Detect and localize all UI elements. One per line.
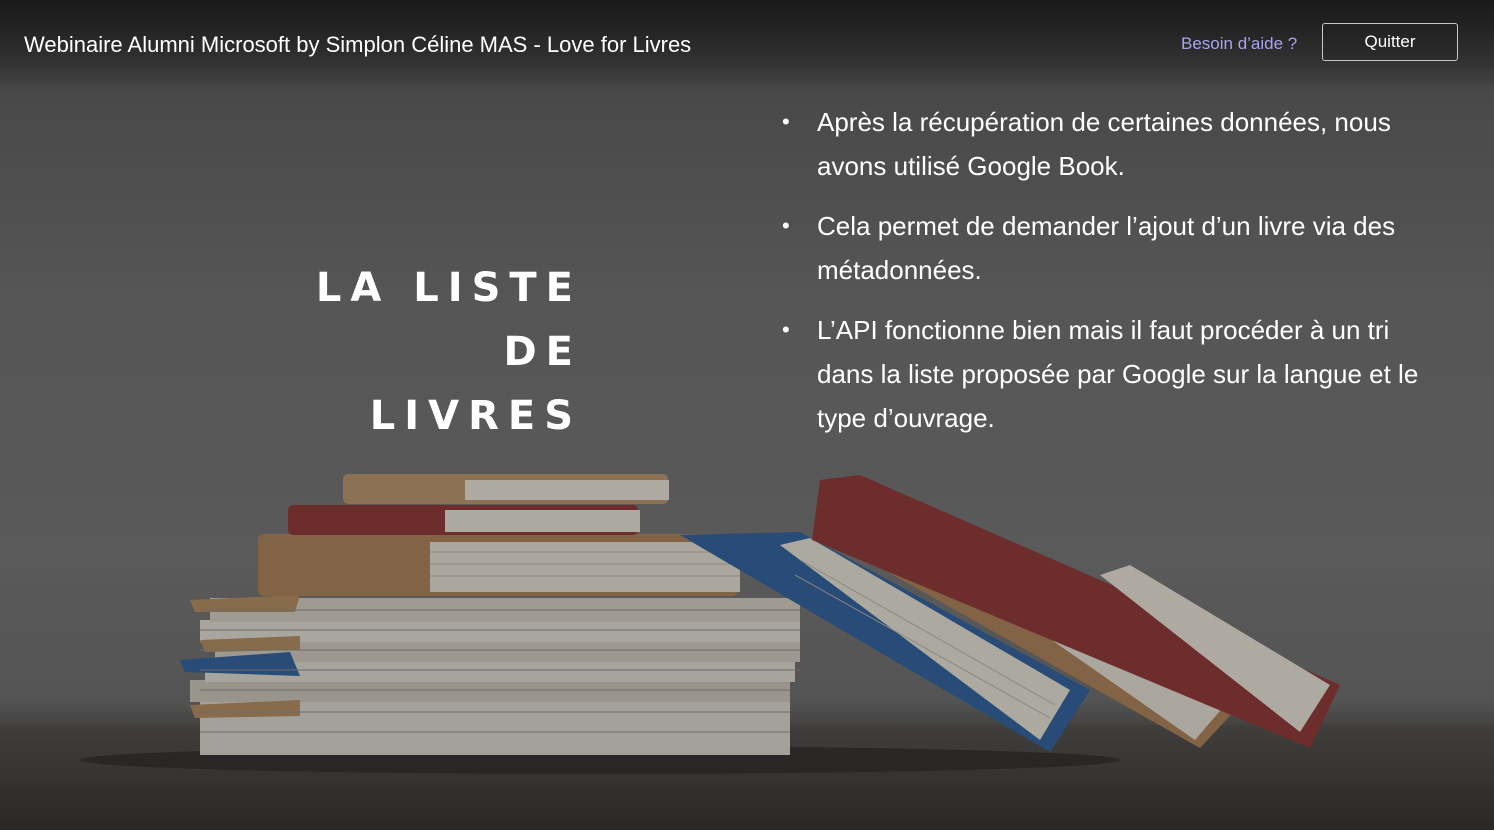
bullet-item: • Après la récupération de certaines don… — [782, 100, 1432, 188]
bullet-text: Après la récupération de certaines donné… — [817, 107, 1391, 181]
bullet-icon: • — [782, 317, 790, 342]
top-bar: Webinaire Alumni Microsoft by Simplon Cé… — [0, 0, 1494, 92]
window-title: Webinaire Alumni Microsoft by Simplon Cé… — [24, 32, 692, 57]
slide-title: LA LISTE DE LIVRES — [260, 256, 582, 448]
bullet-icon: • — [782, 109, 790, 134]
slide-title-line-1: LA LISTE DE — [315, 265, 582, 375]
bullet-text: L’API fonctionne bien mais il faut procé… — [817, 315, 1419, 433]
bullet-icon: • — [782, 213, 790, 238]
slide-title-line-2: LIVRES — [369, 393, 582, 439]
help-link[interactable]: Besoin d’aide ? — [1181, 34, 1297, 54]
quit-button[interactable]: Quitter — [1322, 23, 1458, 61]
bullet-list: • Après la récupération de certaines don… — [782, 100, 1432, 456]
bullet-item: • Cela permet de demander l’ajout d’un l… — [782, 204, 1432, 292]
slide-stage: Webinaire Alumni Microsoft by Simplon Cé… — [0, 0, 1494, 830]
bullet-text: Cela permet de demander l’ajout d’un liv… — [817, 211, 1396, 285]
bullet-item: • L’API fonctionne bien mais il faut pro… — [782, 308, 1432, 440]
